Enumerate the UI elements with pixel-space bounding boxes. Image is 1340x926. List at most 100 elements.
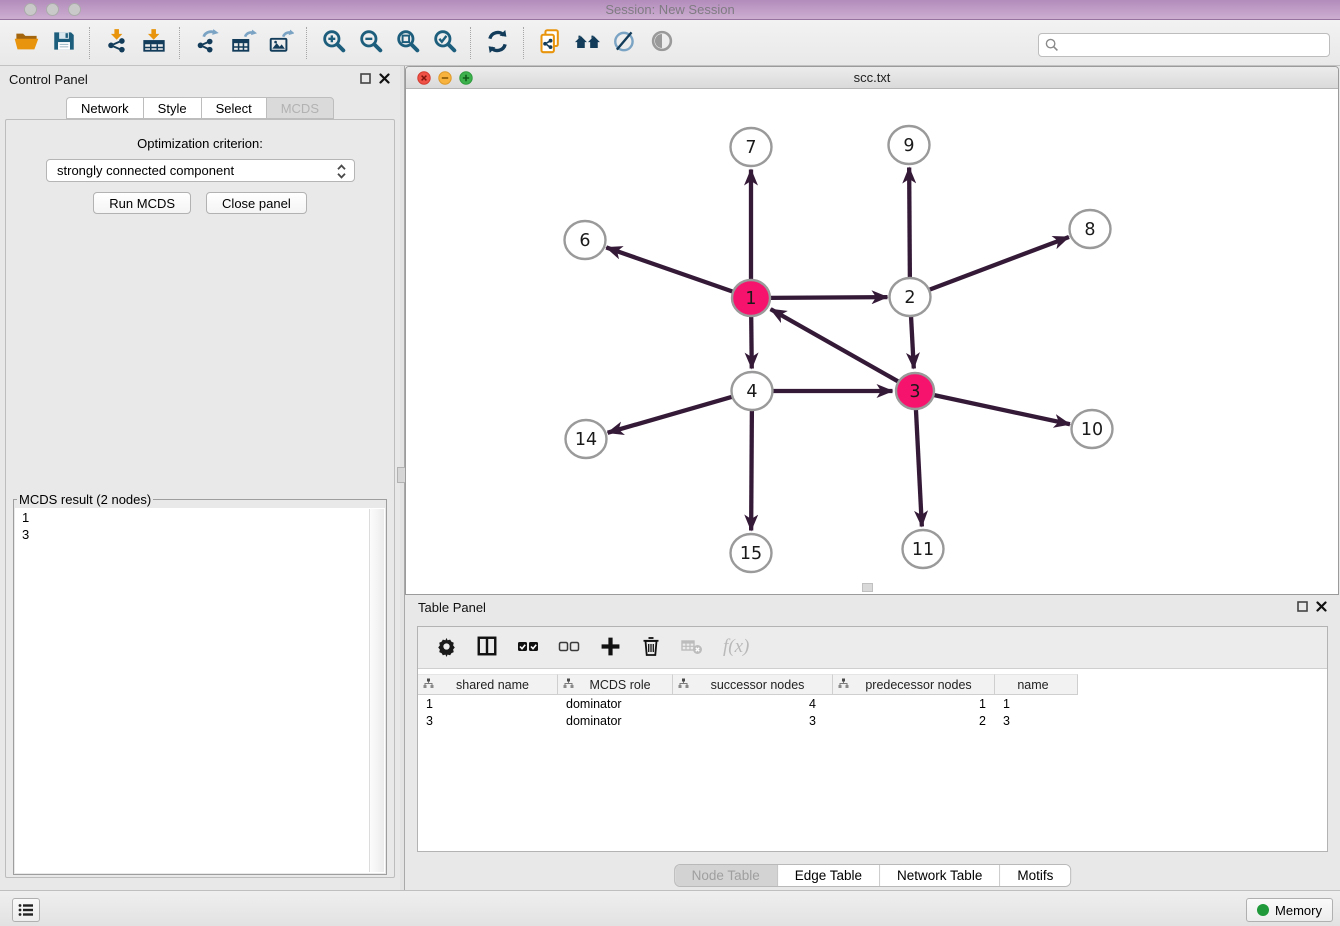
cell-shared-name[interactable]: 3 <box>418 713 558 730</box>
tab-node-table[interactable]: Node Table <box>675 865 778 886</box>
show-graphics-details-button[interactable] <box>606 24 643 62</box>
save-session-button[interactable] <box>45 24 82 62</box>
column-header-MCDS-role[interactable]: MCDS role <box>558 674 673 695</box>
open-session-icon <box>13 28 40 58</box>
cell-shared-name[interactable]: 1 <box>418 696 558 713</box>
graph-node-10[interactable]: 10 <box>1072 410 1113 448</box>
zoom-out-button[interactable] <box>352 24 389 62</box>
node-table-container: f(x) shared nameMCDS rolesuccessor nodes… <box>417 626 1328 852</box>
graph-node-8[interactable]: 8 <box>1070 210 1111 248</box>
tab-edge-table[interactable]: Edge Table <box>778 865 880 886</box>
search-box <box>1038 33 1330 57</box>
export-network-button[interactable] <box>188 24 225 62</box>
close-panel-button[interactable]: Close panel <box>206 192 307 214</box>
cell-predecessor-nodes[interactable]: 1 <box>833 696 995 713</box>
apply-preferred-layout-button[interactable] <box>479 24 516 62</box>
network-window-titlebar[interactable]: scc.txt <box>406 67 1338 89</box>
edge-4-15[interactable] <box>751 409 752 530</box>
network-canvas[interactable]: 7 9 6 8 1 2 4 3 14 10 15 11 <box>406 89 1338 594</box>
graph-node-7[interactable]: 7 <box>731 128 772 166</box>
graph-node-1[interactable]: 1 <box>732 280 770 316</box>
svg-text:8: 8 <box>1084 220 1095 240</box>
graph-node-2[interactable]: 2 <box>890 278 931 316</box>
edge-1-4[interactable] <box>751 316 752 368</box>
edge-3-1[interactable] <box>771 309 899 382</box>
export-table-button[interactable] <box>225 24 262 62</box>
result-scrollbar[interactable] <box>369 509 384 872</box>
edge-3-10[interactable] <box>933 395 1070 424</box>
column-header-name[interactable]: name <box>995 674 1078 695</box>
cell-name[interactable]: 1 <box>995 696 1078 713</box>
cell-predecessor-nodes[interactable]: 2 <box>833 713 995 730</box>
column-header-shared-name[interactable]: shared name <box>418 674 558 695</box>
zoom-fit-button[interactable] <box>389 24 426 62</box>
cell-MCDS-role[interactable]: dominator <box>558 713 673 730</box>
svg-text:1: 1 <box>745 289 756 309</box>
float-table-panel-icon[interactable] <box>1297 601 1308 612</box>
run-mcds-button[interactable]: Run MCDS <box>93 192 191 214</box>
export-image-button[interactable] <box>262 24 299 62</box>
task-history-button[interactable] <box>12 898 40 922</box>
edge-4-14[interactable] <box>608 396 735 433</box>
graph-node-11[interactable]: 11 <box>903 530 944 568</box>
cell-MCDS-role[interactable]: dominator <box>558 696 673 713</box>
delete-row-button[interactable] <box>639 636 663 660</box>
view-resize-handle[interactable] <box>862 583 873 592</box>
table-toolbar: f(x) <box>418 627 1327 669</box>
deselect-all-checkboxes-icon <box>558 638 580 657</box>
import-network-button[interactable] <box>98 24 135 62</box>
graph-node-4[interactable]: 4 <box>732 372 773 410</box>
show-columns-button[interactable] <box>475 636 499 660</box>
toolbar-separator <box>306 27 308 59</box>
graph-node-3[interactable]: 3 <box>896 373 934 409</box>
svg-text:15: 15 <box>740 544 762 564</box>
tab-style[interactable]: Style <box>143 97 201 119</box>
cell-successor-nodes[interactable]: 4 <box>673 696 833 713</box>
settings-button[interactable] <box>434 636 458 660</box>
main-toolbar <box>0 20 1340 66</box>
close-table-panel-icon[interactable] <box>1316 601 1327 612</box>
apply-preferred-layout-icon <box>484 28 511 58</box>
select-all-checkboxes-button[interactable] <box>516 636 540 660</box>
zoom-selected-icon <box>432 28 458 57</box>
edge-1-2[interactable] <box>769 297 887 298</box>
column-header-successor-nodes[interactable]: successor nodes <box>673 674 833 695</box>
table-row[interactable]: 1dominator411 <box>418 696 1078 713</box>
edge-2-3[interactable] <box>911 315 914 368</box>
toggle-birds-eye-button[interactable] <box>643 24 680 62</box>
edge-2-8[interactable] <box>927 237 1069 291</box>
tab-network[interactable]: Network <box>66 97 143 119</box>
graph-node-9[interactable]: 9 <box>889 126 930 164</box>
import-table-button[interactable] <box>135 24 172 62</box>
svg-text:9: 9 <box>903 136 914 156</box>
new-network-from-selection-button[interactable] <box>532 24 569 62</box>
edge-3-11[interactable] <box>916 409 922 526</box>
edge-2-9[interactable] <box>909 167 910 278</box>
add-row-button[interactable] <box>598 636 622 660</box>
first-neighbors-button[interactable] <box>569 24 606 62</box>
memory-button[interactable]: Memory <box>1246 898 1333 922</box>
table-tabs: Node TableEdge TableNetwork TableMotifs <box>674 864 1072 887</box>
zoom-selected-button[interactable] <box>426 24 463 62</box>
tab-motifs[interactable]: Motifs <box>1000 865 1070 886</box>
table-row[interactable]: 3dominator323 <box>418 713 1078 730</box>
open-session-button[interactable] <box>8 24 45 62</box>
svg-text:2: 2 <box>904 288 915 308</box>
svg-text:11: 11 <box>912 540 934 560</box>
search-input[interactable] <box>1038 33 1330 57</box>
cell-name[interactable]: 3 <box>995 713 1078 730</box>
column-header-predecessor-nodes[interactable]: predecessor nodes <box>833 674 995 695</box>
criterion-select[interactable]: strongly connected component <box>46 159 355 182</box>
close-panel-icon[interactable] <box>379 73 390 84</box>
tab-network-table[interactable]: Network Table <box>880 865 1000 886</box>
zoom-in-button[interactable] <box>315 24 352 62</box>
tab-mcds[interactable]: MCDS <box>266 97 334 119</box>
tab-select[interactable]: Select <box>201 97 266 119</box>
graph-node-14[interactable]: 14 <box>566 420 607 458</box>
deselect-all-checkboxes-button[interactable] <box>557 636 581 660</box>
cell-successor-nodes[interactable]: 3 <box>673 713 833 730</box>
graph-node-6[interactable]: 6 <box>565 221 606 259</box>
graph-node-15[interactable]: 15 <box>731 534 772 572</box>
edge-1-6[interactable] <box>606 247 733 291</box>
float-panel-icon[interactable] <box>360 73 371 84</box>
